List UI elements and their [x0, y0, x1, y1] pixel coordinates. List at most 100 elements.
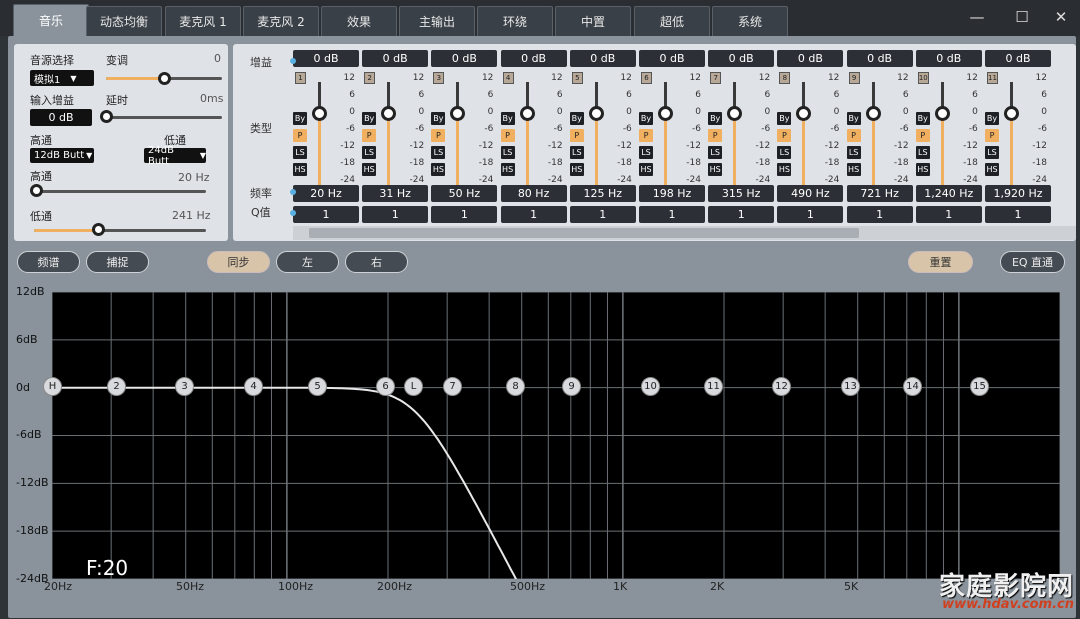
band-type-by-button[interactable]: By — [362, 112, 377, 125]
tab-6[interactable]: 环绕 — [477, 6, 553, 36]
band-type-p-button[interactable]: P — [639, 129, 653, 142]
band-frequency-field[interactable]: 50 Hz — [431, 185, 498, 202]
band-frequency-field[interactable]: 198 Hz — [639, 185, 705, 202]
band-type-by-button[interactable]: By — [639, 112, 653, 125]
band-q-field[interactable]: 1 — [362, 206, 429, 223]
band-frequency-field[interactable]: 31 Hz — [362, 185, 429, 202]
band-type-hs-button[interactable]: HS — [708, 163, 723, 176]
band-gain-field[interactable]: 0 dB — [915, 50, 982, 67]
band-type-ls-button[interactable]: LS — [708, 146, 723, 159]
eq-node-h[interactable]: H — [43, 377, 62, 396]
band-gain-field[interactable]: 0 dB — [293, 50, 359, 67]
band-type-p-button[interactable]: P — [293, 129, 307, 142]
band-type-ls-button[interactable]: LS — [639, 146, 653, 159]
band-q-field[interactable]: 1 — [985, 206, 1051, 223]
band-type-by-button[interactable]: By — [985, 112, 999, 125]
band-type-hs-button[interactable]: HS — [777, 163, 792, 176]
band-q-field[interactable]: 1 — [500, 206, 567, 223]
eq-horizontal-scrollbar[interactable] — [293, 226, 1076, 240]
eq-node-4[interactable]: 4 — [244, 377, 263, 396]
right-channel-button[interactable]: 右 — [345, 251, 408, 273]
eq-node-15[interactable]: 15 — [970, 377, 989, 396]
band-q-field[interactable]: 1 — [777, 206, 844, 223]
tab-9[interactable]: 系统 — [712, 6, 788, 36]
highpass-freq-slider-handle[interactable] — [30, 184, 43, 197]
band-type-ls-button[interactable]: LS — [569, 146, 584, 159]
band-type-p-button[interactable]: P — [985, 129, 999, 142]
band-type-p-button[interactable]: P — [500, 129, 515, 142]
band-gain-field[interactable]: 0 dB — [500, 50, 567, 67]
eq-node-7[interactable]: 7 — [443, 377, 462, 396]
band-type-by-button[interactable]: By — [293, 112, 307, 125]
band-type-p-button[interactable]: P — [777, 129, 792, 142]
band-q-field[interactable]: 1 — [639, 206, 705, 223]
band-q-field[interactable]: 1 — [431, 206, 498, 223]
lowpass-type-select[interactable]: 24dB Butt ▼ — [144, 145, 206, 167]
eq-node-9[interactable]: 9 — [562, 377, 581, 396]
band-type-by-button[interactable]: By — [569, 112, 584, 125]
band-type-ls-button[interactable]: LS — [777, 146, 792, 159]
highpass-type-select[interactable]: 12dB Butt ▼ — [30, 148, 94, 163]
band-gain-field[interactable]: 0 dB — [846, 50, 913, 67]
band-frequency-field[interactable]: 80 Hz — [500, 185, 567, 202]
band-q-field[interactable]: 1 — [915, 206, 982, 223]
band-frequency-field[interactable]: 490 Hz — [777, 185, 844, 202]
band-frequency-field[interactable]: 315 Hz — [708, 185, 775, 202]
band-type-by-button[interactable]: By — [846, 112, 861, 125]
band-frequency-field[interactable]: 1,920 Hz — [985, 185, 1051, 202]
band-gain-field[interactable]: 0 dB — [708, 50, 775, 67]
band-type-hs-button[interactable]: HS — [362, 163, 377, 176]
eq-scrollbar-thumb[interactable] — [309, 228, 859, 238]
minimize-button[interactable]: — — [962, 6, 992, 28]
band-q-field[interactable]: 1 — [293, 206, 359, 223]
band-frequency-field[interactable]: 721 Hz — [846, 185, 913, 202]
eq-node-l[interactable]: L — [404, 377, 423, 396]
tab-4[interactable]: 效果 — [321, 6, 397, 36]
eq-node-14[interactable]: 14 — [903, 377, 922, 396]
tab-5[interactable]: 主输出 — [399, 6, 475, 36]
band-type-p-button[interactable]: P — [708, 129, 723, 142]
band-type-ls-button[interactable]: LS — [500, 146, 515, 159]
band-type-hs-button[interactable]: HS — [985, 163, 999, 176]
eq-bypass-button[interactable]: EQ 直通 — [1000, 251, 1065, 273]
band-type-ls-button[interactable]: LS — [293, 146, 307, 159]
delay-slider[interactable] — [106, 116, 222, 119]
eq-node-10[interactable]: 10 — [641, 377, 660, 396]
band-type-hs-button[interactable]: HS — [846, 163, 861, 176]
band-gain-field[interactable]: 0 dB — [985, 50, 1051, 67]
band-type-hs-button[interactable]: HS — [293, 163, 307, 176]
band-type-ls-button[interactable]: LS — [915, 146, 930, 159]
eq-node-3[interactable]: 3 — [175, 377, 194, 396]
band-type-by-button[interactable]: By — [431, 112, 446, 125]
lowpass-freq-slider-handle[interactable] — [92, 223, 105, 236]
highpass-freq-slider[interactable] — [34, 190, 206, 193]
tab-3[interactable]: 麦克风 2 — [243, 6, 319, 36]
band-type-hs-button[interactable]: HS — [639, 163, 653, 176]
band-gain-field[interactable]: 0 dB — [431, 50, 498, 67]
band-frequency-field[interactable]: 20 Hz — [293, 185, 359, 202]
band-q-field[interactable]: 1 — [569, 206, 636, 223]
eq-response-graph[interactable] — [52, 292, 1060, 579]
band-gain-field[interactable]: 0 dB — [362, 50, 429, 67]
eq-node-2[interactable]: 2 — [107, 377, 126, 396]
band-gain-field[interactable]: 0 dB — [569, 50, 636, 67]
band-type-p-button[interactable]: P — [431, 129, 446, 142]
band-gain-field[interactable]: 0 dB — [639, 50, 705, 67]
tab-2[interactable]: 麦克风 1 — [165, 6, 241, 36]
band-q-field[interactable]: 1 — [708, 206, 775, 223]
capture-button[interactable]: 捕捉 — [86, 251, 149, 273]
band-type-by-button[interactable]: By — [777, 112, 792, 125]
transpose-slider-handle[interactable] — [158, 72, 171, 85]
reset-button[interactable]: 重置 — [908, 251, 973, 273]
band-frequency-field[interactable]: 1,240 Hz — [915, 185, 982, 202]
band-q-field[interactable]: 1 — [846, 206, 913, 223]
sync-button[interactable]: 同步 — [207, 251, 270, 273]
eq-node-11[interactable]: 11 — [704, 377, 723, 396]
band-type-by-button[interactable]: By — [500, 112, 515, 125]
band-type-hs-button[interactable]: HS — [500, 163, 515, 176]
band-type-p-button[interactable]: P — [846, 129, 861, 142]
eq-node-6[interactable]: 6 — [376, 377, 395, 396]
band-type-p-button[interactable]: P — [569, 129, 584, 142]
band-type-p-button[interactable]: P — [915, 129, 930, 142]
band-type-hs-button[interactable]: HS — [569, 163, 584, 176]
